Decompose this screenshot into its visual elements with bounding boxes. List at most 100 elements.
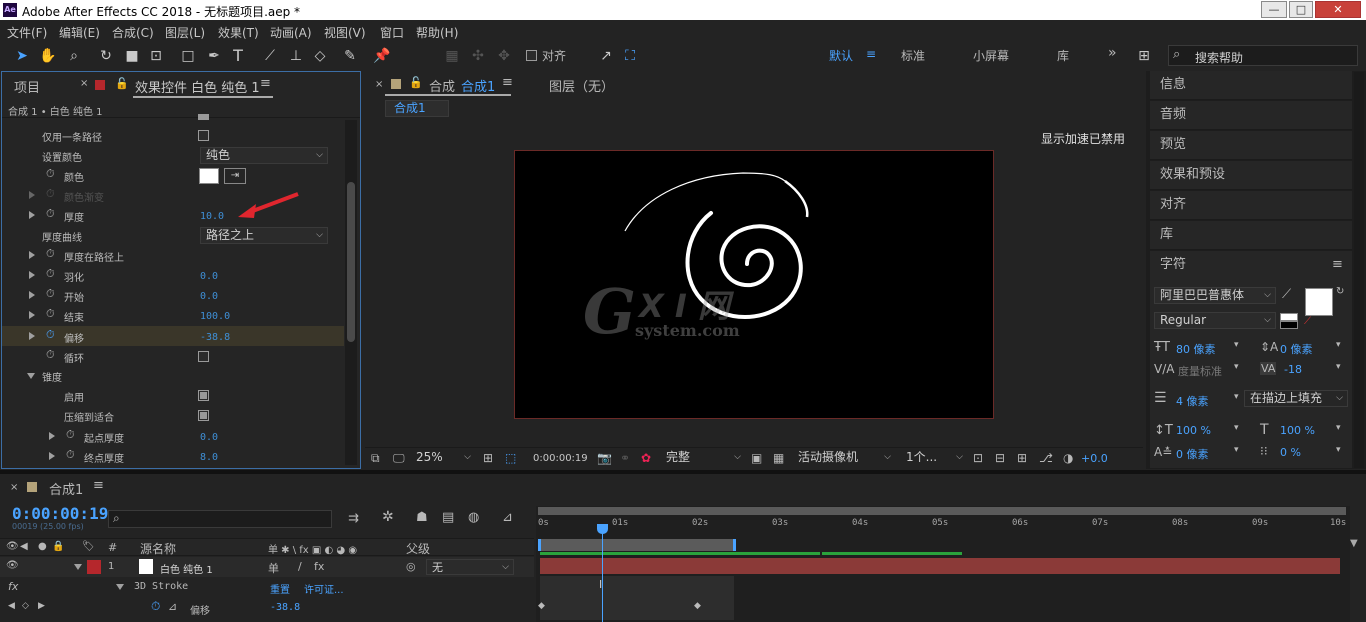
layer-duration-bar[interactable] <box>540 558 1340 574</box>
lock-icon[interactable]: 🔓 <box>409 76 423 89</box>
property-value[interactable]: -38.8 <box>270 602 300 613</box>
zoom-dropdown[interactable]: 25% ⌵ <box>411 450 475 467</box>
close-button[interactable]: ✕ <box>1315 1 1361 18</box>
swap-colors-icon[interactable]: ↻ <box>1336 286 1344 297</box>
current-time-display[interactable]: 0:00:00:19 <box>12 504 108 523</box>
next-keyframe-icon[interactable]: ▶ <box>38 601 45 611</box>
timeline-icon[interactable]: ⊞ <box>1017 451 1027 465</box>
fx-switch-icon[interactable]: fx <box>314 560 324 573</box>
menu-window[interactable]: 窗口 <box>380 24 404 41</box>
timeline-comp-tab[interactable]: 合成1 <box>49 479 83 498</box>
chevron-down-icon[interactable]: ▾ <box>1336 362 1341 372</box>
more-workspaces-button[interactable]: » <box>1108 45 1117 61</box>
lock-icon[interactable]: 🔓 <box>115 77 129 90</box>
tab-effect-controls[interactable]: 效果控件 白色 纯色 1 <box>135 77 260 96</box>
chevron-down-icon[interactable]: ▾ <box>1234 362 1239 372</box>
color-swatch[interactable] <box>199 168 219 184</box>
layer-tab[interactable]: 图层（无） <box>549 76 614 95</box>
no-fill-icon[interactable]: ⟋ <box>1304 316 1311 327</box>
workspace-standard[interactable]: 标准 <box>901 47 925 64</box>
workspace-menu-icon[interactable]: ≡ <box>866 47 876 61</box>
graph-icon[interactable]: ⊿ <box>168 600 177 613</box>
expand-triangle-icon[interactable] <box>29 311 35 319</box>
taper-enable-checkbox[interactable] <box>198 390 209 401</box>
stopwatch-icon[interactable]: ⏱ <box>46 287 55 301</box>
menu-edit[interactable]: 编辑(E) <box>59 24 100 41</box>
view-axis-icon[interactable]: ✥ <box>494 46 514 66</box>
font-size-value[interactable]: 80 像素 <box>1176 341 1216 357</box>
collapse-triangle-icon[interactable] <box>27 373 35 379</box>
reset-exposure-icon[interactable]: ⊟ <box>995 451 1005 465</box>
stopwatch-icon[interactable]: ⏱ <box>46 348 55 362</box>
motion-blur-icon[interactable]: ◍ <box>468 510 479 525</box>
puppet-pin-tool-icon[interactable]: 📌 <box>372 46 392 66</box>
sync-settings-icon[interactable]: ⊞ <box>1134 46 1154 66</box>
flowchart-icon[interactable]: ⎇ <box>1039 451 1053 465</box>
eraser-tool-icon[interactable]: ◇ <box>310 46 330 66</box>
font-family-dropdown[interactable]: 阿里巴巴普惠体 ⌵ <box>1154 287 1276 304</box>
thickness-curve-dropdown[interactable]: 路径之上 ⌵ <box>200 227 328 244</box>
close-tab-icon[interactable]: × <box>375 79 383 90</box>
thickness-value[interactable]: 10.0 <box>200 211 224 222</box>
fill-color-swatch[interactable] <box>1305 288 1333 316</box>
expand-triangle-icon[interactable] <box>29 211 35 219</box>
label-header-icon[interactable]: 🏷 <box>82 541 95 552</box>
vertical-scale-value[interactable]: 100 % <box>1176 424 1211 437</box>
stopwatch-icon[interactable]: ⏱ <box>46 207 55 221</box>
menu-view[interactable]: 视图(V) <box>324 24 366 41</box>
column-source-name[interactable]: 源名称 <box>140 540 176 557</box>
lock-switch-icon[interactable]: 🔒 <box>52 541 64 552</box>
eyedropper-icon[interactable]: ⟋ <box>1282 287 1291 302</box>
chevron-down-icon[interactable]: ▾ <box>1234 423 1239 433</box>
close-tab-icon[interactable]: × <box>10 482 18 493</box>
comp-tab-label[interactable]: 合成 <box>429 76 455 95</box>
panel-preview[interactable]: 预览 <box>1150 131 1352 160</box>
menu-help[interactable]: 帮助(H) <box>416 24 458 41</box>
chevron-down-icon[interactable]: ▾ <box>1336 423 1341 433</box>
stopwatch-active-icon[interactable]: ⏱ <box>151 599 160 614</box>
snap-feature-icon[interactable]: ⛶ <box>620 46 640 66</box>
panel-align[interactable]: 对齐 <box>1150 191 1352 220</box>
collapse-triangle-icon[interactable] <box>116 584 124 590</box>
shy-layers-icon[interactable]: ☗ <box>416 510 428 525</box>
clone-stamp-tool-icon[interactable]: ⊥ <box>286 46 306 66</box>
stroke-mode-dropdown[interactable]: 在描边上填充 ⌵ <box>1244 390 1348 407</box>
expand-triangle-icon[interactable] <box>29 271 35 279</box>
leading-value[interactable]: 0 像素 <box>1280 341 1313 357</box>
column-parent[interactable]: 父级 <box>406 540 430 557</box>
end-value[interactable]: 100.0 <box>200 311 230 322</box>
hand-tool-icon[interactable]: ✋ <box>38 46 58 66</box>
draft-3d-icon[interactable]: ✲ <box>382 509 394 525</box>
time-graph[interactable]: 0s 01s 02s 03s 04s 05s 06s 07s 08s 09s 1… <box>536 506 1350 622</box>
tab-project[interactable]: 项目 <box>14 77 40 96</box>
toggle-pixel-icon[interactable]: ⊡ <box>973 451 983 465</box>
expand-triangle-icon[interactable] <box>29 191 35 199</box>
minimize-button[interactable]: — <box>1261 1 1287 18</box>
work-area-scrollbar[interactable] <box>538 507 1346 515</box>
camera-dropdown[interactable]: 活动摄像机 ⌵ <box>793 450 895 467</box>
rotate-tool-icon[interactable]: ↻ <box>96 46 116 66</box>
chevron-down-icon[interactable]: ▾ <box>1234 445 1239 455</box>
panel-character[interactable]: 字符 <box>1150 251 1352 280</box>
single-path-checkbox[interactable] <box>198 130 209 141</box>
chevron-down-icon[interactable]: ▾ <box>1336 340 1341 350</box>
chevron-down-icon[interactable]: ▾ <box>1234 392 1239 402</box>
roto-brush-tool-icon[interactable]: ✎ <box>340 46 360 66</box>
chevron-down-icon[interactable]: ▾ <box>1336 445 1341 455</box>
stopwatch-icon[interactable]: ⏱ <box>46 247 55 261</box>
offset-value[interactable]: -38.8 <box>200 332 230 343</box>
views-dropdown[interactable]: 1个... ⌵ <box>901 450 967 467</box>
graph-editor-icon[interactable]: ⊿ <box>502 510 513 525</box>
reset-link[interactable]: 重置 <box>270 581 290 596</box>
panel-audio[interactable]: 音频 <box>1150 101 1352 130</box>
exposure-icon[interactable]: ◑ <box>1063 451 1073 465</box>
visibility-eye-icon[interactable]: 👁 <box>6 560 19 571</box>
expand-triangle-icon[interactable] <box>29 251 35 259</box>
panel-menu-icon[interactable]: ≡ <box>93 478 104 493</box>
type-tool-icon[interactable]: T <box>228 46 248 66</box>
audio-switch-icon[interactable]: ◀ <box>20 541 28 552</box>
comp-nav-chip[interactable]: 合成1 <box>385 100 449 117</box>
panel-library[interactable]: 库 <box>1150 221 1352 250</box>
panel-menu-icon[interactable]: ≡ <box>502 75 513 90</box>
baseline-shift-value[interactable]: 0 像素 <box>1176 446 1209 462</box>
